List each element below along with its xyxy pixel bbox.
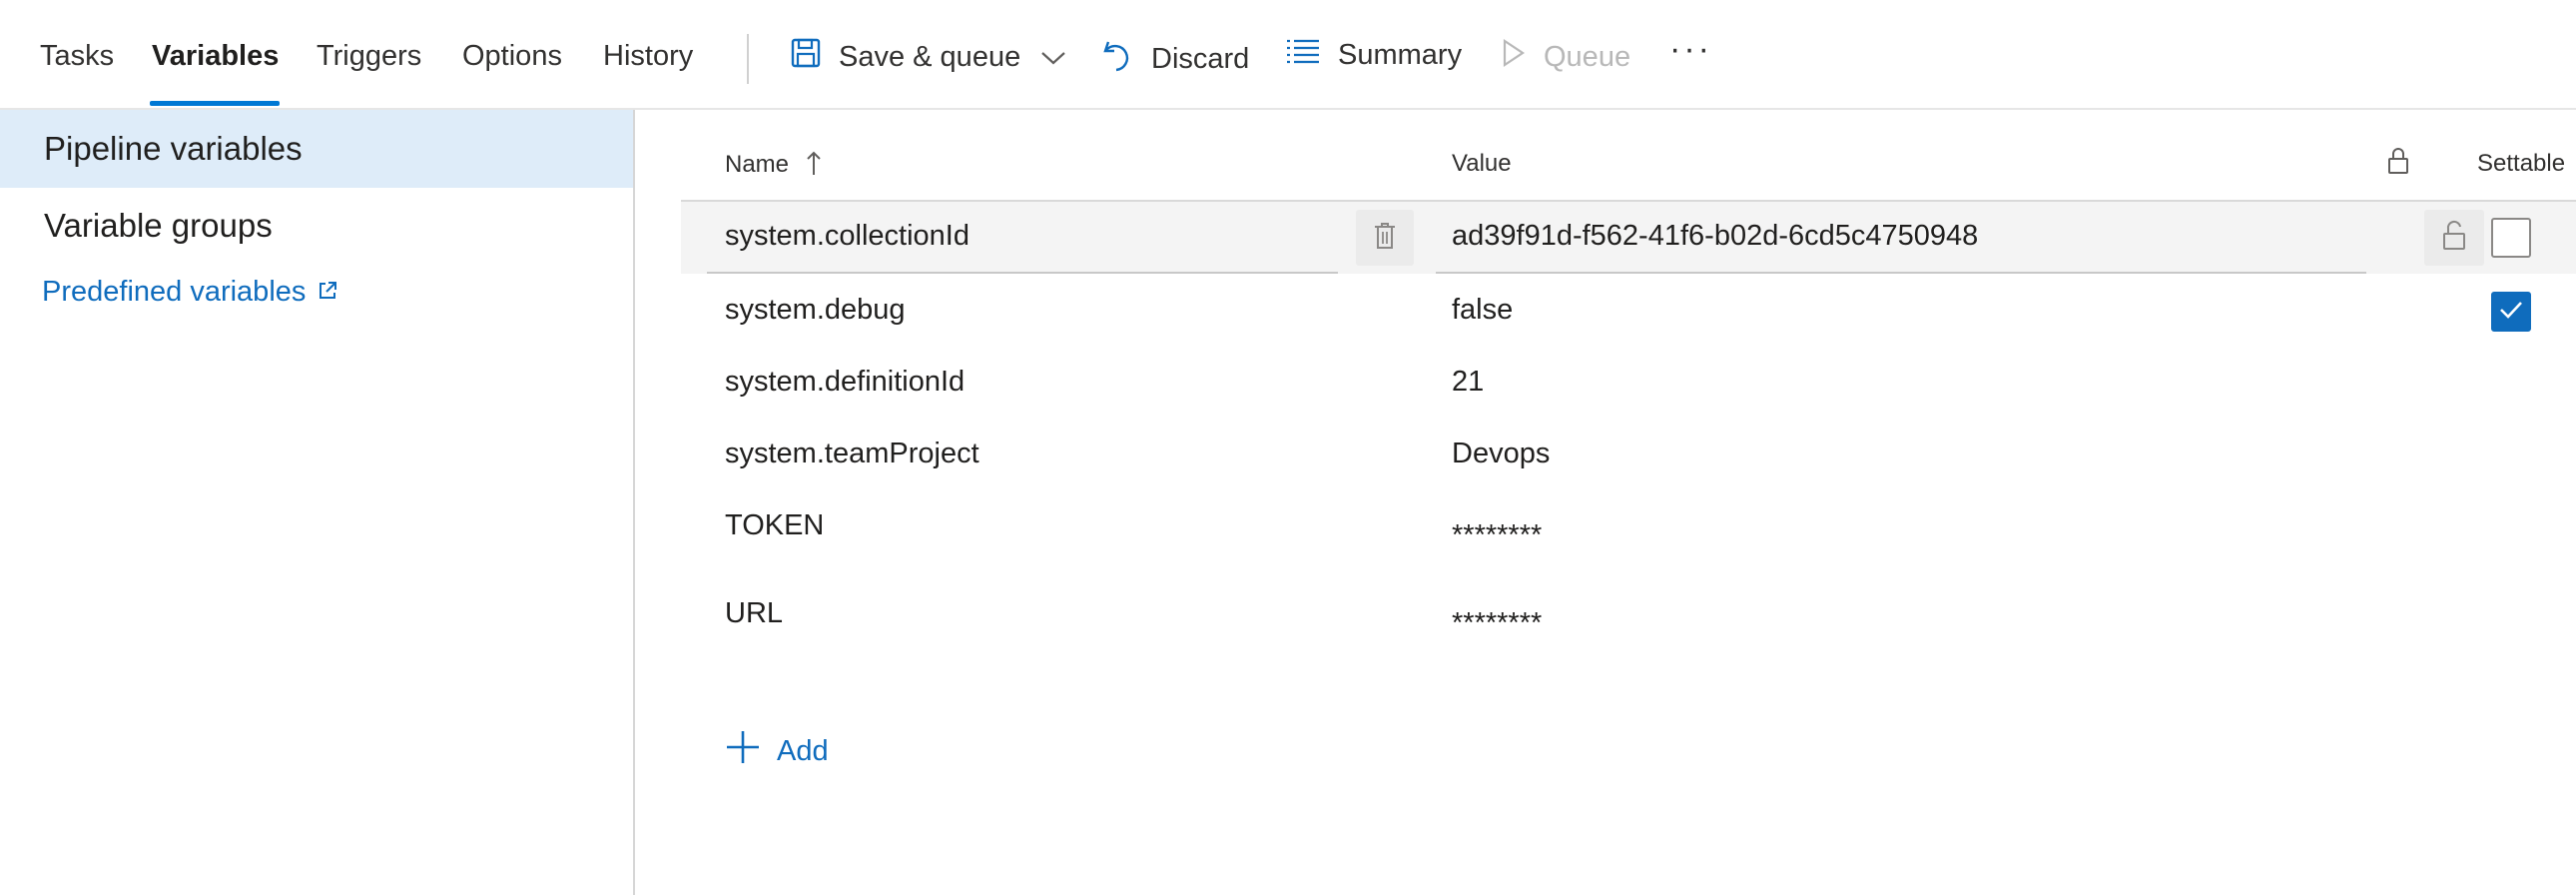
variables-sidebar: Pipeline variables Variable groups Prede… xyxy=(0,110,635,895)
column-header-settable: Settable xyxy=(2477,150,2566,177)
save-and-queue-button[interactable]: Save & queue xyxy=(791,38,1066,76)
discard-button[interactable]: Discard xyxy=(1101,38,1249,80)
variable-value-masked[interactable]: ******** xyxy=(1452,519,1542,552)
lock-icon xyxy=(2386,146,2410,183)
predefined-variables-label: Predefined variables xyxy=(42,276,307,308)
variable-name[interactable]: system.definitionId xyxy=(725,366,965,399)
unlock-icon xyxy=(2441,220,2467,257)
summary-button[interactable]: Summary xyxy=(1286,38,1462,72)
tab-options[interactable]: Options xyxy=(462,40,562,73)
table-row[interactable]: URL ******** xyxy=(681,579,2576,667)
add-variable-button[interactable]: Add xyxy=(725,729,829,773)
undo-icon xyxy=(1101,38,1133,80)
table-row[interactable]: TOKEN ******** xyxy=(681,491,2576,579)
queue-label: Queue xyxy=(1544,40,1631,73)
variable-value-masked[interactable]: ******** xyxy=(1452,607,1542,640)
trash-icon xyxy=(1373,221,1397,256)
play-icon xyxy=(1502,38,1526,76)
more-actions-button[interactable]: ··· xyxy=(1669,30,1712,69)
table-row[interactable]: system.definitionId 21 xyxy=(681,348,2576,420)
pipeline-toolbar: Tasks Variables Triggers Options History… xyxy=(0,0,2576,110)
predefined-variables-link[interactable]: Predefined variables xyxy=(42,276,337,309)
settable-checkbox[interactable] xyxy=(2491,218,2531,258)
column-header-value: Value xyxy=(1452,150,1512,177)
save-icon xyxy=(791,38,821,76)
summary-label: Summary xyxy=(1338,38,1463,71)
secret-toggle-button[interactable] xyxy=(2424,210,2484,266)
toolbar-divider xyxy=(747,34,749,84)
variable-value[interactable]: false xyxy=(1452,294,1513,327)
table-row[interactable]: system.collectionId ad39f91d-f562-41f6-b… xyxy=(681,202,2576,274)
name-field-underline xyxy=(707,272,1338,274)
save-and-queue-label: Save & queue xyxy=(839,40,1021,73)
chevron-down-icon[interactable] xyxy=(1040,41,1066,74)
variable-name[interactable]: system.debug xyxy=(725,294,906,327)
sidebar-item-variable-groups[interactable]: Variable groups xyxy=(0,187,633,265)
variable-name[interactable]: URL xyxy=(725,597,783,630)
queue-button[interactable]: Queue xyxy=(1502,38,1630,76)
delete-variable-button[interactable] xyxy=(1356,210,1414,266)
tab-variables[interactable]: Variables xyxy=(152,40,279,73)
variable-name-input[interactable]: system.collectionId xyxy=(725,220,969,253)
column-header-name-label: Name xyxy=(725,151,790,178)
settable-checkbox[interactable] xyxy=(2491,292,2531,332)
discard-label: Discard xyxy=(1151,42,1250,75)
list-icon xyxy=(1286,38,1320,72)
plus-icon xyxy=(725,729,777,773)
variable-value[interactable]: Devops xyxy=(1452,438,1550,470)
variable-name[interactable]: TOKEN xyxy=(725,509,824,542)
column-header-name[interactable]: Name xyxy=(725,150,822,183)
add-variable-label: Add xyxy=(777,734,829,767)
external-link-icon xyxy=(306,276,337,309)
checkmark-icon xyxy=(2498,299,2524,326)
tab-history[interactable]: History xyxy=(603,40,693,73)
variable-value[interactable]: 21 xyxy=(1452,366,1484,399)
variable-name[interactable]: system.teamProject xyxy=(725,438,979,470)
tab-tasks[interactable]: Tasks xyxy=(40,40,114,73)
variables-grid: Name Value Settable system.collectionId … xyxy=(637,110,2576,895)
table-row[interactable]: system.teamProject Devops xyxy=(681,420,2576,491)
value-field-underline xyxy=(1436,272,2366,274)
sidebar-item-pipeline-variables[interactable]: Pipeline variables xyxy=(0,110,633,188)
active-tab-indicator xyxy=(150,101,280,106)
tab-triggers[interactable]: Triggers xyxy=(317,40,421,73)
sort-ascending-icon xyxy=(806,150,822,183)
table-row[interactable]: system.debug false xyxy=(681,276,2576,348)
variable-value-input[interactable]: ad39f91d-f562-41f6-b02d-6cd5c4750948 xyxy=(1452,220,1978,253)
